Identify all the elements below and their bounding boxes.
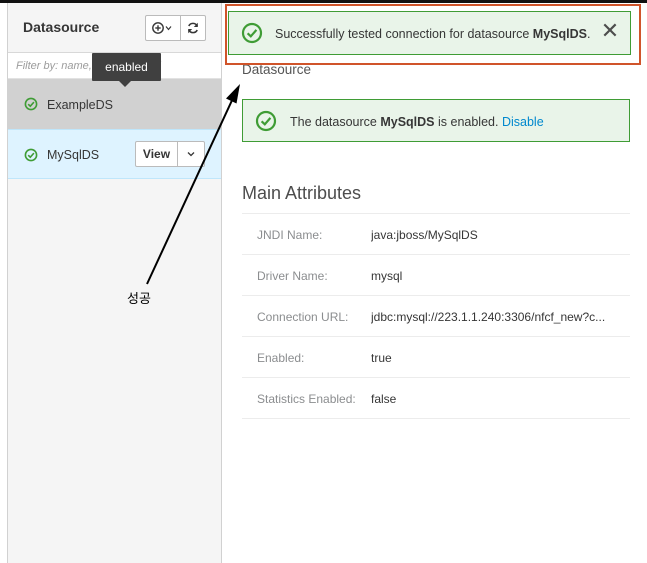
attribute-value: false <box>371 392 397 406</box>
toast-prefix: Successfully tested connection for datas… <box>275 27 533 41</box>
chevron-down-icon <box>187 152 195 157</box>
attributes-table: JNDI Name: java:jboss/MySqlDS Driver Nam… <box>242 213 630 419</box>
attribute-row: Enabled: true <box>242 337 630 378</box>
attribute-value: jdbc:mysql://223.1.1.240:3306/nfcf_new?c… <box>371 310 606 324</box>
alert-datasource-name: MySqlDS <box>380 115 435 129</box>
datasource-list-panel: Datasource Filter by: name, enabled, dep… <box>7 3 222 563</box>
section-title: Main Attributes <box>242 183 362 203</box>
view-dropdown-toggle[interactable] <box>178 141 205 167</box>
attribute-value: mysql <box>371 269 403 283</box>
disable-link[interactable]: Disable <box>502 115 544 129</box>
add-circle-icon <box>152 22 172 34</box>
panel-title: Datasource <box>23 19 100 35</box>
view-button[interactable]: View <box>135 141 178 167</box>
tooltip-arrow <box>119 81 131 87</box>
refresh-icon <box>188 22 198 34</box>
enabled-tooltip: enabled <box>92 53 161 81</box>
refresh-button[interactable] <box>181 15 206 41</box>
list-item-exampleds[interactable]: ExampleDS <box>8 79 221 129</box>
check-circle-icon <box>24 148 38 162</box>
add-datasource-button[interactable] <box>145 15 181 41</box>
panel-header: Datasource <box>8 3 221 53</box>
alert-message: The datasource MySqlDS is enabled. Disab… <box>290 115 544 129</box>
list-item-mysqlds[interactable]: MySqlDS View <box>8 129 221 179</box>
attribute-row: JNDI Name: java:jboss/MySqlDS <box>242 214 630 255</box>
toast-message: Successfully tested connection for datas… <box>275 27 590 41</box>
success-toast: Successfully tested connection for datas… <box>228 11 631 55</box>
check-circle-icon <box>241 22 263 44</box>
attribute-value: java:jboss/MySqlDS <box>371 228 478 242</box>
attribute-key: Enabled: <box>257 351 305 365</box>
check-circle-icon <box>24 97 38 111</box>
list-item-label: MySqlDS <box>47 148 100 162</box>
attribute-key: Statistics Enabled: <box>257 392 356 406</box>
attribute-value: true <box>371 351 392 365</box>
toast-datasource-name: MySqlDS <box>532 27 587 41</box>
enabled-status-alert: The datasource MySqlDS is enabled. Disab… <box>242 99 630 142</box>
attribute-row: Statistics Enabled: false <box>242 378 630 419</box>
check-circle-icon <box>255 110 277 132</box>
close-icon[interactable]: ✕ <box>600 21 620 43</box>
toast-suffix: . <box>586 27 591 41</box>
alert-prefix: The datasource <box>290 115 381 129</box>
header-actions <box>145 15 206 41</box>
alert-middle: is enabled. <box>434 115 502 129</box>
attribute-row: Driver Name: mysql <box>242 255 630 296</box>
annotation-label: 성공 <box>127 292 151 307</box>
attribute-key: Driver Name: <box>257 269 328 283</box>
view-split-button: View <box>135 141 205 167</box>
attribute-row: Connection URL: jdbc:mysql://223.1.1.240… <box>242 296 630 337</box>
attribute-key: Connection URL: <box>257 310 349 324</box>
attribute-key: JNDI Name: <box>257 228 323 242</box>
list-item-label: ExampleDS <box>47 98 113 112</box>
